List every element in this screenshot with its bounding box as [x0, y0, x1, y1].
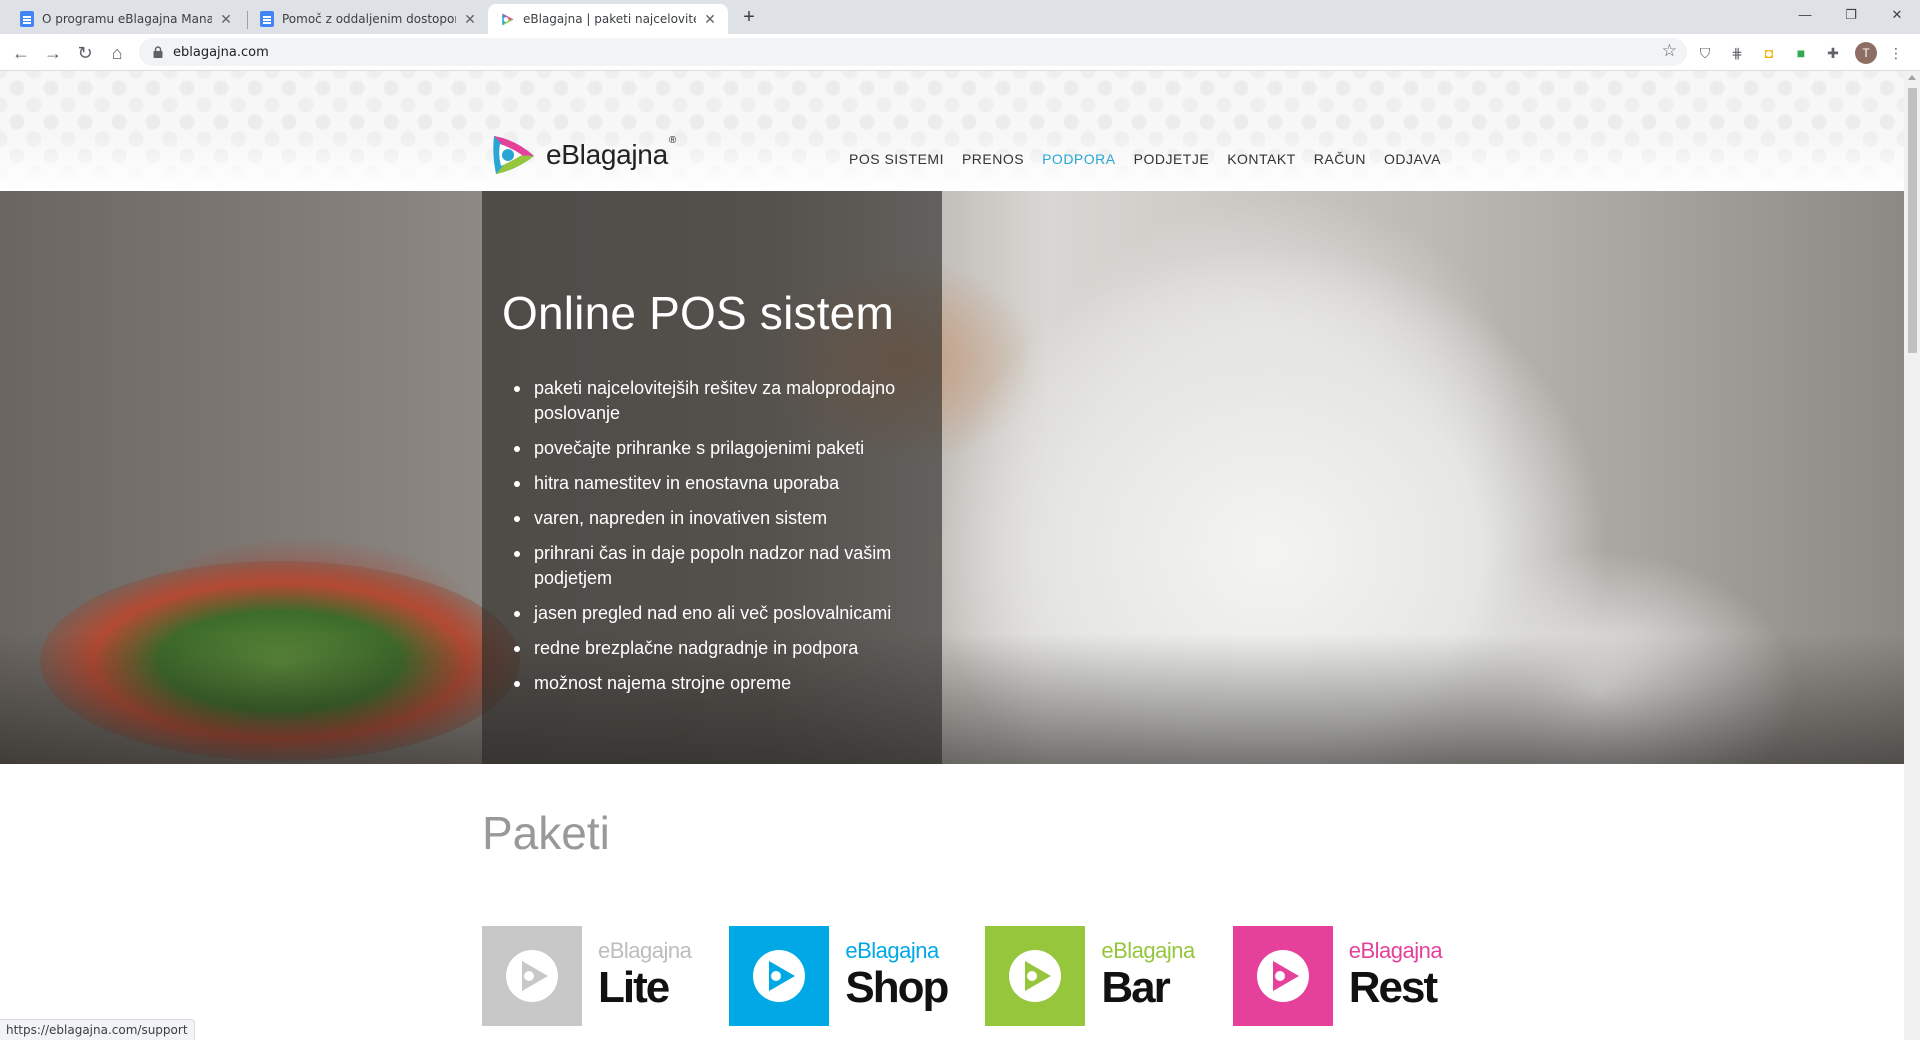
scroll-up-arrow-icon[interactable]: [1908, 75, 1916, 80]
site-logo[interactable]: eBlagajna®: [488, 130, 676, 180]
address-bar[interactable]: eblagajna.com ☆: [139, 38, 1687, 66]
tab-title: Pomoč z oddaljenim dostopom -: [282, 12, 456, 26]
package-name: Shop: [845, 963, 949, 1012]
profile-avatar[interactable]: T: [1855, 42, 1877, 64]
package-brand: eBlagajna: [1101, 938, 1195, 963]
eblagajna-favicon: [502, 13, 514, 25]
home-button[interactable]: ⌂: [103, 39, 131, 67]
package-label: eBlagajna Lite: [598, 938, 692, 1012]
restore-button[interactable]: ❐: [1828, 0, 1874, 30]
page-scrollbar[interactable]: [1904, 71, 1920, 1040]
package-rest[interactable]: eBlagajna Rest: [1232, 926, 1443, 1026]
package-tile: [729, 926, 830, 1026]
feature-item: jasen pregled nad eno ali več poslovalni…: [510, 601, 920, 626]
nav-kontakt[interactable]: KONTAKT: [1227, 151, 1296, 167]
main-nav: POS SISTEMI PRENOS PODPORA PODJETJE KONT…: [849, 151, 1459, 167]
feature-item: varen, napreden in inovativen sistem: [510, 506, 920, 531]
extension-badge-icon[interactable]: ■: [1791, 43, 1811, 63]
feature-item: možnost najema strojne opreme: [510, 671, 920, 696]
lock-icon: [153, 46, 163, 58]
package-name: Rest: [1348, 963, 1438, 1012]
package-label: eBlagajna Shop: [845, 938, 949, 1012]
hero-photo-shade: [0, 634, 1904, 764]
package-brand: eBlagajna: [1348, 938, 1443, 963]
docs-icon: [260, 11, 274, 27]
new-tab-button[interactable]: +: [738, 7, 760, 29]
tab-eblagajna[interactable]: eBlagajna | paketi najcelovitejših ✕: [488, 4, 728, 34]
nav-odjava[interactable]: ODJAVA: [1384, 151, 1441, 167]
eblagajna-logo-icon: [1256, 950, 1309, 1002]
packages-heading: Paketi: [482, 807, 610, 859]
nav-pos-sistemi[interactable]: POS SISTEMI: [849, 151, 944, 167]
page-viewport: eBlagajna® POS SISTEMI PRENOS PODPORA PO…: [0, 71, 1904, 1040]
package-lite[interactable]: eBlagajna Lite: [482, 926, 692, 1026]
package-tile: [482, 926, 582, 1026]
nav-prenos[interactable]: PRENOS: [962, 151, 1024, 167]
eblagajna-logo-icon: [493, 136, 534, 174]
package-brand: eBlagajna: [598, 938, 692, 963]
back-button[interactable]: ←: [7, 39, 35, 67]
menu-kebab-icon[interactable]: ⋮: [1886, 43, 1906, 63]
docs-icon: [20, 11, 34, 27]
feature-item: redne brezplačne nadgradnje in podpora: [510, 636, 920, 661]
minimize-button[interactable]: —: [1782, 0, 1828, 30]
eblagajna-logo-icon: [753, 950, 806, 1002]
reload-button[interactable]: ↻: [71, 39, 99, 67]
nav-podpora[interactable]: PODPORA: [1042, 151, 1116, 167]
feature-item: paketi najcelovitejših rešitev za malopr…: [510, 376, 920, 426]
nav-podjetje[interactable]: PODJETJE: [1134, 151, 1210, 167]
site-header: eBlagajna® POS SISTEMI PRENOS PODPORA PO…: [0, 71, 1904, 191]
package-label: eBlagajna Rest: [1348, 938, 1443, 1012]
close-icon[interactable]: ✕: [702, 11, 718, 27]
tab-o-programu[interactable]: O programu eBlagajna Manager ✕: [8, 4, 244, 34]
nav-racun[interactable]: RAČUN: [1314, 151, 1366, 167]
package-tile: [1232, 926, 1333, 1026]
packages-list: eBlagajna Lite eBlagajna Shop eBlagajna …: [482, 926, 1480, 1026]
forward-button[interactable]: →: [39, 39, 67, 67]
extension-sliders-icon[interactable]: ⋕: [1727, 43, 1747, 63]
package-name: Lite: [598, 963, 670, 1012]
bookmark-star-icon[interactable]: ☆: [1662, 41, 1677, 61]
tab-strip: O programu eBlagajna Manager ✕ Pomoč z o…: [0, 0, 1920, 34]
tab-title: O programu eBlagajna Manager: [42, 12, 212, 26]
eblagajna-logo-icon: [1009, 950, 1062, 1002]
logo-text: eBlagajna®: [546, 135, 676, 170]
eblagajna-logo-icon: [506, 950, 558, 1002]
close-icon[interactable]: ✕: [462, 11, 478, 27]
package-label: eBlagajna Bar: [1101, 938, 1195, 1012]
url-text: eblagajna.com: [173, 45, 269, 60]
feature-item: hitra namestitev in enostavna uporaba: [510, 471, 920, 496]
close-icon[interactable]: ✕: [218, 11, 234, 27]
package-bar[interactable]: eBlagajna Bar: [985, 926, 1195, 1026]
browser-toolbar: ← → ↻ ⌂ eblagajna.com ☆ ⛉ ⋕ ◘ ■ ✚ T ⋮: [0, 34, 1920, 71]
tab-pomoc[interactable]: Pomoč z oddaljenim dostopom - ✕: [248, 4, 488, 34]
status-bar-url: https://eblagajna.com/support: [0, 1019, 195, 1040]
feature-item: prihrani čas in daje popoln nadzor nad v…: [510, 541, 920, 591]
package-tile: [985, 926, 1086, 1026]
extension-chat-icon[interactable]: ◘: [1759, 43, 1779, 63]
package-shop[interactable]: eBlagajna Shop: [729, 926, 949, 1026]
tab-title: eBlagajna | paketi najcelovitejših: [523, 12, 696, 26]
package-brand: eBlagajna: [845, 938, 939, 963]
feature-item: povečajte prihranke s prilagojenimi pake…: [510, 436, 920, 461]
hero-banner: Online POS sistem paketi najcelovitejših…: [0, 191, 1904, 764]
extensions-puzzle-icon[interactable]: ✚: [1823, 43, 1843, 63]
scrollbar-thumb[interactable]: [1908, 88, 1917, 353]
extension-shield-icon[interactable]: ⛉: [1695, 43, 1715, 63]
hero-feature-list: paketi najcelovitejših rešitev za malopr…: [510, 376, 920, 706]
hero-title: Online POS sistem: [502, 287, 894, 339]
package-name: Bar: [1101, 963, 1170, 1012]
close-window-button[interactable]: ✕: [1874, 0, 1920, 30]
